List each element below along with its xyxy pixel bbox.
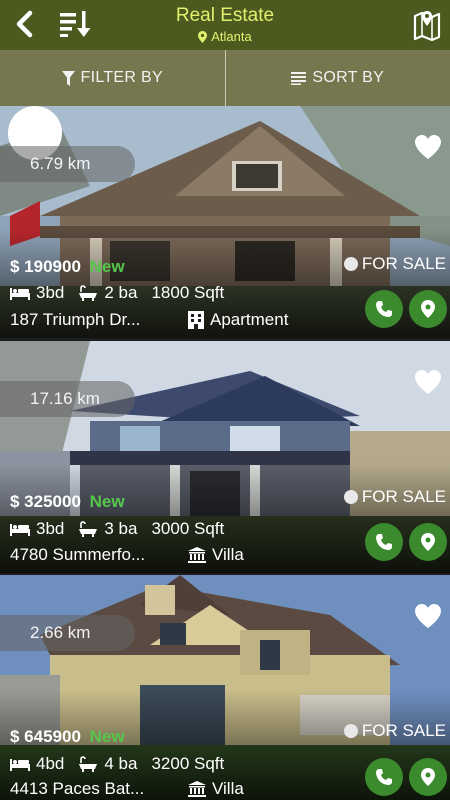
property-type: Apartment [210,310,289,329]
area-label: 1800 Sqft [151,283,225,302]
phone-icon [376,534,392,550]
bath-icon [79,285,98,301]
new-badge: New [89,727,125,746]
status-dot-icon [343,724,358,738]
property-type: Villa [212,779,244,798]
sort-lines-icon [291,71,307,85]
location-pin-icon [421,533,435,551]
status-label: FOR SALE [361,721,446,740]
price: $ 645900 [10,727,81,746]
call-button[interactable] [365,758,403,796]
sort-label: SORT BY [312,69,385,86]
location-pin-icon [421,300,435,318]
listing-card[interactable]: 2.66 km $ 645900 New FOR SALE 4bd 4 ba 3… [0,575,450,800]
columns-building-icon [188,781,206,797]
baths-label: 3 ba [104,519,138,538]
page-title: Real Estate [175,5,275,26]
locate-button[interactable] [409,523,447,561]
new-badge: New [89,492,125,511]
bed-icon [10,523,30,536]
specs-row: 4bd 4 ba 3200 Sqft [10,754,238,774]
baths-label: 2 ba [104,283,138,302]
address-row: 187 Triumph Dr... Apartment [10,310,288,330]
address-label: 4780 Summerfo... [10,545,146,564]
heart-icon[interactable] [414,369,442,395]
new-badge: New [89,257,125,276]
bath-icon [79,521,98,537]
bed-icon [10,758,30,771]
filter-button[interactable]: FILTER BY [0,50,225,106]
status-badge: FOR SALE [343,254,446,274]
app-header: Real Estate Atlanta [0,0,450,50]
address-label: 4413 Paces Bat... [10,779,145,798]
location-pin-icon [421,768,435,786]
status-dot-icon [343,257,358,271]
specs-row: 3bd 3 ba 3000 Sqft [10,519,238,539]
area-label: 3200 Sqft [151,754,225,773]
filter-label: FILTER BY [80,69,163,86]
call-button[interactable] [365,523,403,561]
status-badge: FOR SALE [343,721,446,741]
status-label: FOR SALE [361,254,446,273]
heart-icon[interactable] [414,603,442,629]
bath-icon [79,756,98,772]
status-badge: FOR SALE [343,487,446,507]
location-pin-icon [198,30,208,43]
price: $ 325000 [10,492,81,511]
heart-icon[interactable] [414,134,442,160]
status-dot-icon [343,490,358,504]
location-label: Atlanta [0,28,450,44]
phone-icon [376,301,392,317]
columns-building-icon [188,547,206,563]
bed-icon [10,287,30,300]
locate-button[interactable] [409,290,447,328]
filter-icon [61,70,75,86]
locate-button[interactable] [409,758,447,796]
beds-label: 3bd [36,519,65,538]
area-label: 3000 Sqft [151,519,225,538]
distance-badge: 2.66 km [0,615,135,651]
map-icon[interactable] [412,7,442,41]
status-label: FOR SALE [361,487,446,506]
baths-label: 4 ba [104,754,138,773]
beds-label: 4bd [36,754,65,773]
sort-button[interactable]: SORT BY [226,50,450,106]
listing-card[interactable]: 6.79 km $ 190900 New FOR SALE 3bd 2 ba 1… [0,106,450,338]
property-type: Villa [212,545,244,564]
price: $ 190900 [10,257,81,276]
address-row: 4413 Paces Bat... Villa [10,779,244,799]
phone-icon [376,769,392,785]
beds-label: 3bd [36,283,65,302]
city-name: Atlanta [211,29,252,45]
filter-sort-bar: FILTER BY SORT BY [0,50,450,106]
price-row: $ 645900 New [10,727,125,747]
specs-row: 3bd 2 ba 1800 Sqft [10,283,238,303]
price-row: $ 190900 New [10,257,125,277]
address-row: 4780 Summerfo... Villa [10,545,244,565]
address-label: 187 Triumph Dr... [10,310,141,329]
building-icon [188,311,204,329]
distance-badge: 17.16 km [0,381,135,417]
listing-card[interactable]: 17.16 km $ 325000 New FOR SALE 3bd 3 ba … [0,341,450,573]
price-row: $ 325000 New [10,492,125,512]
call-button[interactable] [365,290,403,328]
distance-badge: 6.79 km [0,146,135,182]
